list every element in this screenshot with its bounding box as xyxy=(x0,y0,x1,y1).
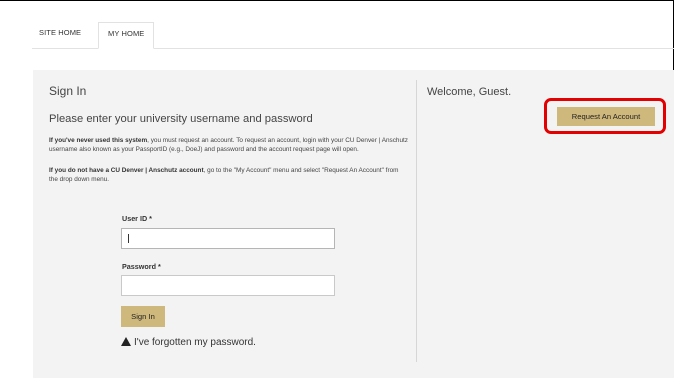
password-label: Password * xyxy=(122,262,161,271)
section-divider xyxy=(416,80,417,362)
tab-my-home[interactable]: MY HOME xyxy=(98,22,155,49)
instructions-no-account: If you do not have a CU Denver | Anschut… xyxy=(49,167,409,184)
instructions-new-user-bold: If you've never used this system xyxy=(49,137,148,144)
signin-title: Sign In xyxy=(49,84,87,98)
forgot-password-label: I've forgotten my password. xyxy=(134,337,256,348)
signin-subtitle: Please enter your university username an… xyxy=(49,113,313,125)
instructions-new-user: If you've never used this system, you mu… xyxy=(49,137,409,154)
login-panel: Sign In Please enter your university use… xyxy=(33,70,674,378)
user-id-label: User ID * xyxy=(122,214,152,223)
text-caret xyxy=(128,234,129,243)
tab-bar: SITE HOME MY HOME xyxy=(32,22,674,49)
welcome-text: Welcome, Guest. xyxy=(427,86,512,98)
request-account-button[interactable]: Request An Account xyxy=(557,107,655,126)
tab-site-home[interactable]: SITE HOME xyxy=(39,28,81,37)
top-border xyxy=(0,0,674,1)
signin-button[interactable]: Sign In xyxy=(121,306,165,327)
password-input[interactable] xyxy=(121,275,335,296)
instructions-no-account-bold: If you do not have a CU Denver | Anschut… xyxy=(49,167,204,174)
signin-section: Sign In Please enter your university use… xyxy=(33,70,416,378)
warning-triangle-icon xyxy=(121,337,131,346)
forgot-password-link[interactable]: I've forgotten my password. xyxy=(121,337,256,348)
user-id-input[interactable] xyxy=(121,228,335,249)
